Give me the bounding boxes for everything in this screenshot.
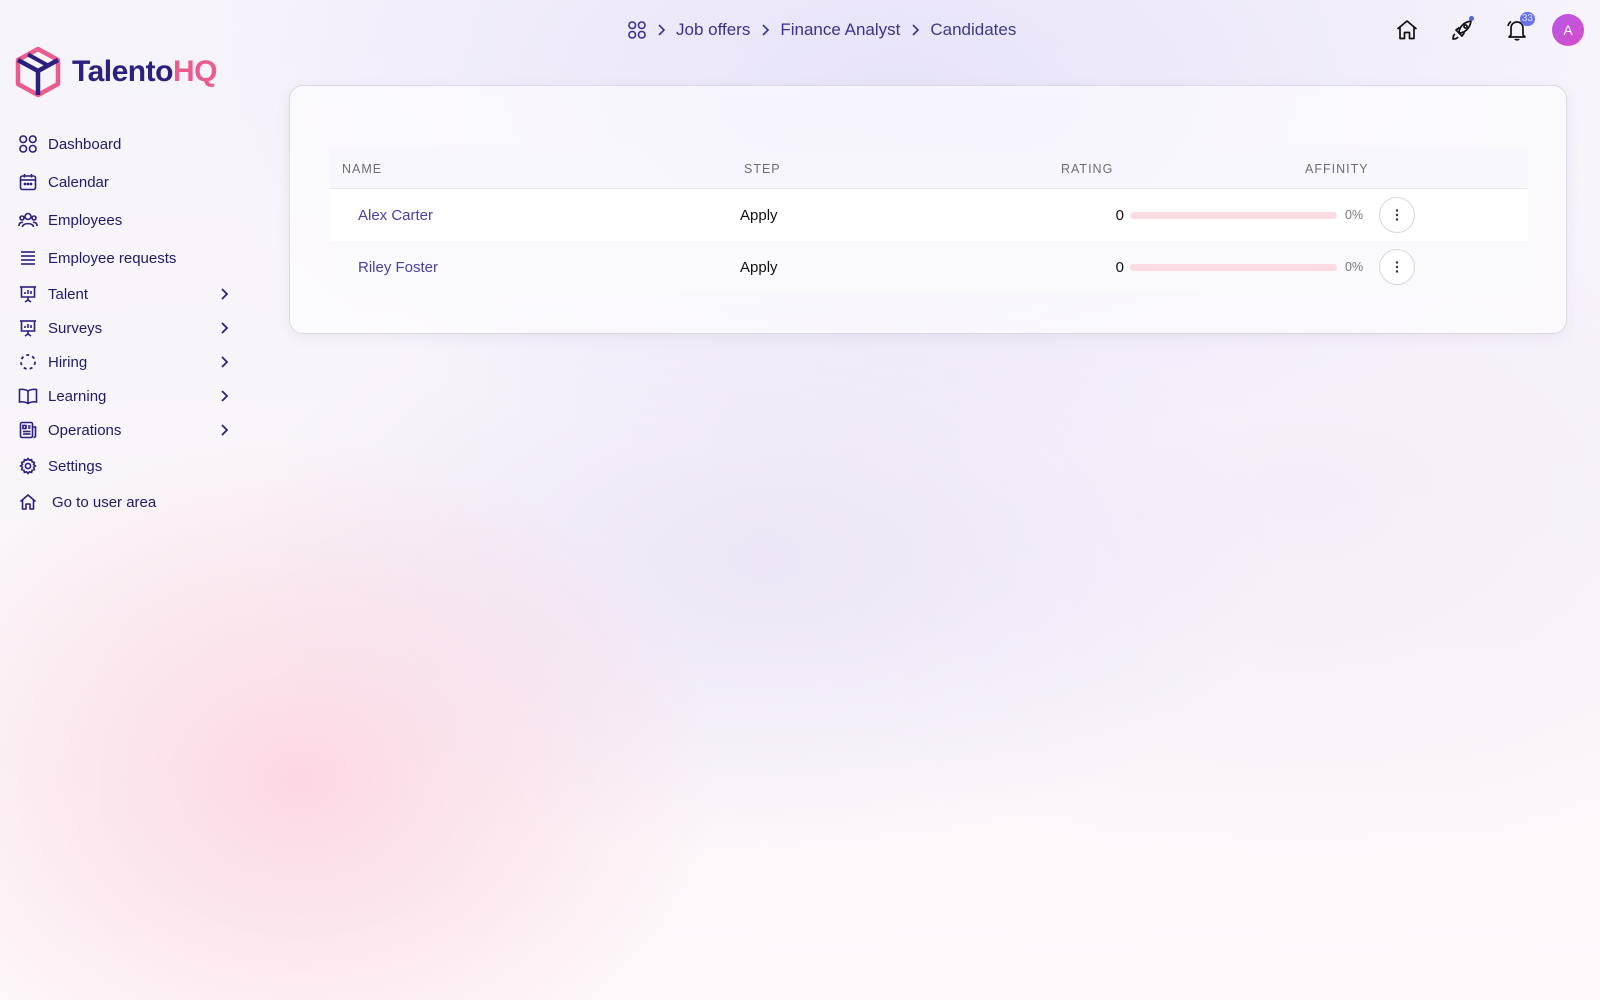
more-vertical-icon: [1395, 209, 1399, 221]
sidebar-item-employee-requests[interactable]: Employee requests: [16, 243, 244, 273]
calendar-icon: [16, 170, 40, 194]
presentation-chart-icon: [16, 316, 40, 340]
users-icon: [16, 208, 40, 232]
dashboard-grid-icon: [16, 132, 40, 156]
activity-dot: [1469, 16, 1474, 21]
sidebar-item-label: Go to user area: [52, 493, 157, 511]
header-actions: 33 A: [1368, 12, 1584, 46]
sidebar-item-learning[interactable]: Learning: [16, 381, 244, 411]
home-icon: [16, 490, 40, 514]
sidebar-item-calendar[interactable]: Calendar: [16, 167, 244, 197]
sidebar-item-operations[interactable]: Operations: [16, 415, 244, 445]
sidebar-item-label: Operations: [48, 421, 122, 439]
candidate-rating: 0: [1115, 259, 1124, 276]
chevron-right-icon: [221, 322, 229, 334]
chevron-right-icon: [910, 23, 920, 37]
avatar[interactable]: A: [1552, 14, 1584, 46]
column-header-step[interactable]: STEP: [744, 162, 781, 176]
chevron-right-icon: [760, 23, 770, 37]
more-vertical-icon: [1395, 261, 1399, 273]
brand-name: TalentoHQ: [72, 55, 217, 88]
breadcrumb-job-offers[interactable]: Job offers: [676, 20, 750, 40]
sidebar-item-label: Hiring: [48, 353, 88, 371]
dashed-circle-icon: [16, 350, 40, 374]
candidate-rating: 0: [1115, 207, 1124, 224]
row-actions-button[interactable]: [1379, 249, 1415, 285]
list-icon: [16, 246, 40, 270]
sidebar-item-label: Employees: [48, 211, 123, 229]
breadcrumb-finance-analyst[interactable]: Finance Analyst: [780, 20, 900, 40]
sidebar: TalentoHQ Dashboard Calendar Employees E…: [0, 0, 260, 1000]
document-icon: [16, 418, 40, 442]
candidate-step: Apply: [740, 207, 778, 224]
gear-icon: [16, 454, 40, 478]
affinity-bar: [1130, 264, 1337, 271]
sidebar-item-talent[interactable]: Talent: [16, 279, 244, 309]
table-header: NAME STEP RATING AFFINITY: [330, 149, 1528, 189]
rocket-icon: [1452, 20, 1472, 40]
affinity-percent: 0%: [1345, 208, 1364, 222]
candidate-name-link[interactable]: Alex Carter: [358, 207, 433, 224]
cube-logo-icon: [15, 46, 61, 98]
sidebar-item-label: Learning: [48, 387, 107, 405]
notification-count-badge: 33: [1519, 12, 1535, 26]
chevron-right-icon: [221, 424, 229, 436]
sidebar-item-surveys[interactable]: Surveys: [16, 313, 244, 343]
candidates-card: NAME STEP RATING AFFINITY Alex Carter Ap…: [289, 85, 1567, 334]
logo[interactable]: TalentoHQ: [14, 46, 217, 98]
home-button[interactable]: [1391, 14, 1423, 46]
sidebar-item-label: Dashboard: [48, 135, 122, 153]
sidebar-item-settings[interactable]: Settings: [16, 451, 244, 481]
sidebar-item-go-to-user-area[interactable]: Go to user area: [16, 487, 244, 517]
sidebar-item-label: Talent: [48, 285, 89, 303]
candidates-table: NAME STEP RATING AFFINITY Alex Carter Ap…: [330, 149, 1528, 293]
chevron-right-icon: [656, 23, 666, 37]
sidebar-item-label: Employee requests: [48, 249, 177, 267]
breadcrumb: Job offers Finance Analyst Candidates: [628, 18, 1016, 42]
sidebar-item-label: Calendar: [48, 173, 109, 191]
column-header-affinity[interactable]: AFFINITY: [1305, 162, 1369, 176]
chevron-right-icon: [221, 390, 229, 402]
dashboard-grid-icon[interactable]: [628, 21, 646, 39]
chevron-right-icon: [221, 356, 229, 368]
column-header-rating[interactable]: RATING: [1061, 162, 1113, 176]
table-row: Riley Foster Apply 0 0%: [330, 241, 1528, 293]
affinity-percent: 0%: [1345, 260, 1364, 274]
sidebar-item-dashboard[interactable]: Dashboard: [16, 129, 244, 159]
affinity-bar: [1130, 212, 1337, 219]
breadcrumb-candidates: Candidates: [930, 20, 1017, 39]
candidate-step: Apply: [740, 259, 778, 276]
notifications-button[interactable]: 33: [1501, 12, 1535, 46]
home-icon: [1396, 20, 1418, 40]
sidebar-item-label: Settings: [48, 457, 103, 475]
chevron-right-icon: [221, 288, 229, 300]
table-row: Alex Carter Apply 0 0%: [330, 189, 1528, 241]
candidate-name-link[interactable]: Riley Foster: [358, 259, 438, 276]
launch-button[interactable]: [1446, 14, 1478, 46]
sidebar-item-employees[interactable]: Employees: [16, 205, 244, 235]
sidebar-item-label: Surveys: [48, 319, 103, 337]
presentation-chart-icon: [16, 282, 40, 306]
column-header-name[interactable]: NAME: [342, 162, 382, 176]
sidebar-item-hiring[interactable]: Hiring: [16, 347, 244, 377]
row-actions-button[interactable]: [1379, 197, 1415, 233]
book-icon: [16, 384, 40, 408]
